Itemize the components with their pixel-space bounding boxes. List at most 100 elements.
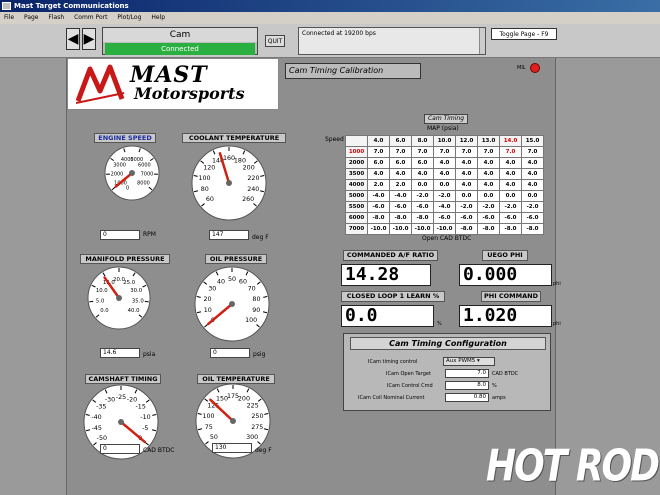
timing-cell[interactable]: 0.0 (499, 190, 522, 202)
timing-cell[interactable]: -8.0 (411, 212, 434, 224)
oil-temp-unit: deg F (255, 447, 272, 454)
timing-cell[interactable]: 4.0 (499, 168, 522, 180)
gauge-hub (116, 295, 122, 301)
table-row: 3500 4.0 4.0 4.0 4.0 4.0 4.0 4.0 4.0 (345, 168, 544, 180)
timing-cell[interactable]: -8.0 (455, 223, 478, 235)
cam-timing-table[interactable]: 4.0 6.0 8.0 10.0 12.0 13.0 14.0 15.0 1000 7.0 7.0 7… (345, 135, 544, 235)
timing-cell[interactable]: 0.0 (433, 179, 456, 191)
timing-cell[interactable]: -4.0 (367, 190, 390, 202)
timing-cell[interactable]: 7.0 (477, 146, 500, 158)
timing-cell[interactable]: -2.0 (411, 190, 434, 202)
timing-cell[interactable]: 4.0 (433, 168, 456, 180)
gauge-tick-label: 200 (238, 396, 250, 403)
gauge-tick-label: 100 (198, 175, 210, 182)
timing-cell[interactable]: -6.0 (521, 212, 544, 224)
timing-cell[interactable]: 7.0 (499, 146, 522, 158)
menu-plot-log[interactable]: Plot/Log (117, 14, 141, 21)
timing-cell[interactable]: 0.0 (477, 190, 500, 202)
timing-cell[interactable]: 0.0 (455, 190, 478, 202)
window-title: Mast Target Communications (14, 2, 129, 10)
timing-cell[interactable]: 7.0 (389, 146, 412, 158)
timing-cell[interactable]: -10.0 (411, 223, 434, 235)
toggle-page-button[interactable]: Toggle Page - F9 (491, 28, 557, 40)
timing-cell[interactable]: 4.0 (477, 157, 500, 169)
timing-cell[interactable]: 7.0 (433, 146, 456, 158)
timing-cell[interactable]: -8.0 (499, 223, 522, 235)
timing-cell[interactable]: 4.0 (411, 168, 434, 180)
timing-cell[interactable]: -6.0 (389, 201, 412, 213)
timing-cell[interactable]: -8.0 (477, 223, 500, 235)
cam-coil-current-input[interactable]: 0.80 (445, 393, 489, 402)
timing-cell[interactable]: -2.0 (521, 201, 544, 213)
timing-cell[interactable]: 4.0 (477, 179, 500, 191)
timing-cell[interactable]: 6.0 (389, 157, 412, 169)
cam-control-select[interactable]: Aux PWM5 ▾ (443, 357, 495, 366)
timing-cell[interactable]: 4.0 (433, 157, 456, 169)
timing-cell[interactable]: -6.0 (455, 212, 478, 224)
timing-cell[interactable]: 4.0 (455, 179, 478, 191)
map-header-cell: 6.0 (389, 135, 412, 147)
timing-cell[interactable]: -2.0 (477, 201, 500, 213)
timing-cell[interactable]: 4.0 (389, 168, 412, 180)
menu-file[interactable]: File (4, 14, 14, 21)
gauge-label-camshaft-timing: CAMSHAFT TIMING (85, 374, 161, 384)
timing-cell[interactable]: 7.0 (521, 146, 544, 158)
timing-cell[interactable]: -6.0 (477, 212, 500, 224)
timing-cell[interactable]: -4.0 (389, 190, 412, 202)
timing-cell[interactable]: 4.0 (521, 157, 544, 169)
quit-button[interactable]: QUIT (265, 35, 285, 47)
timing-cell[interactable]: 2.0 (367, 179, 390, 191)
gauge-tick-label: 225 (247, 403, 259, 410)
timing-cell[interactable]: -2.0 (499, 201, 522, 213)
prev-page-arrow-icon[interactable]: ◀ (66, 28, 80, 50)
map-axis-label: MAP (psia) (427, 125, 459, 132)
cam-control-label: ICam timing control (368, 359, 418, 365)
timing-cell[interactable]: 4.0 (477, 168, 500, 180)
mil-label: MIL (517, 65, 526, 71)
timing-cell[interactable]: -10.0 (367, 223, 390, 235)
timing-cell[interactable]: 7.0 (367, 146, 390, 158)
timing-cell[interactable]: 6.0 (367, 157, 390, 169)
timing-cell[interactable]: -4.0 (433, 201, 456, 213)
status-scrollbar[interactable] (479, 28, 485, 54)
map-header-cell: 10.0 (433, 135, 456, 147)
timing-cell[interactable]: -8.0 (521, 223, 544, 235)
menu-page[interactable]: Page (24, 14, 39, 21)
timing-cell[interactable]: 4.0 (521, 168, 544, 180)
timing-cell[interactable]: 4.0 (455, 157, 478, 169)
timing-cell[interactable]: 7.0 (411, 146, 434, 158)
map-header-cell: 13.0 (477, 135, 500, 147)
timing-cell[interactable]: 4.0 (499, 157, 522, 169)
timing-cell[interactable]: -8.0 (367, 212, 390, 224)
gauge-label-oil-pressure: OIL PRESSURE (205, 254, 267, 264)
timing-cell[interactable]: -10.0 (433, 223, 456, 235)
menu-help[interactable]: Help (151, 14, 165, 21)
timing-cell[interactable]: -2.0 (455, 201, 478, 213)
timing-cell[interactable]: 0.0 (521, 190, 544, 202)
timing-cell[interactable]: 4.0 (455, 168, 478, 180)
timing-cell[interactable]: -10.0 (389, 223, 412, 235)
timing-cell[interactable]: -6.0 (499, 212, 522, 224)
timing-cell[interactable]: 6.0 (411, 157, 434, 169)
menu-comm-port[interactable]: Comm Port (74, 14, 107, 21)
timing-cell[interactable]: 4.0 (521, 179, 544, 191)
timing-cell[interactable]: 7.0 (455, 146, 478, 158)
timing-cell[interactable]: 0.0 (411, 179, 434, 191)
status-log: Connected at 19200 bps (298, 27, 486, 55)
cam-open-target-input[interactable]: 7.0 (445, 369, 489, 378)
menu-flash[interactable]: Flash (48, 14, 64, 21)
timing-cell[interactable]: -6.0 (411, 201, 434, 213)
cam-control-cmd-input[interactable]: 8.0 (445, 381, 489, 390)
timing-cell[interactable]: 2.0 (389, 179, 412, 191)
timing-cell[interactable]: -6.0 (367, 201, 390, 213)
timing-cell[interactable]: -6.0 (433, 212, 456, 224)
next-page-arrow-icon[interactable]: ▶ (82, 28, 96, 50)
gauge-tick-label: -50 (97, 435, 107, 442)
timing-cell[interactable]: -2.0 (433, 190, 456, 202)
timing-cell[interactable]: 4.0 (367, 168, 390, 180)
timing-cell[interactable]: -8.0 (389, 212, 412, 224)
gauge-tick (144, 300, 149, 303)
engine-speed-unit: RPM (143, 231, 156, 238)
gauge-tick-label: -5 (142, 425, 148, 432)
timing-cell[interactable]: 4.0 (499, 179, 522, 191)
